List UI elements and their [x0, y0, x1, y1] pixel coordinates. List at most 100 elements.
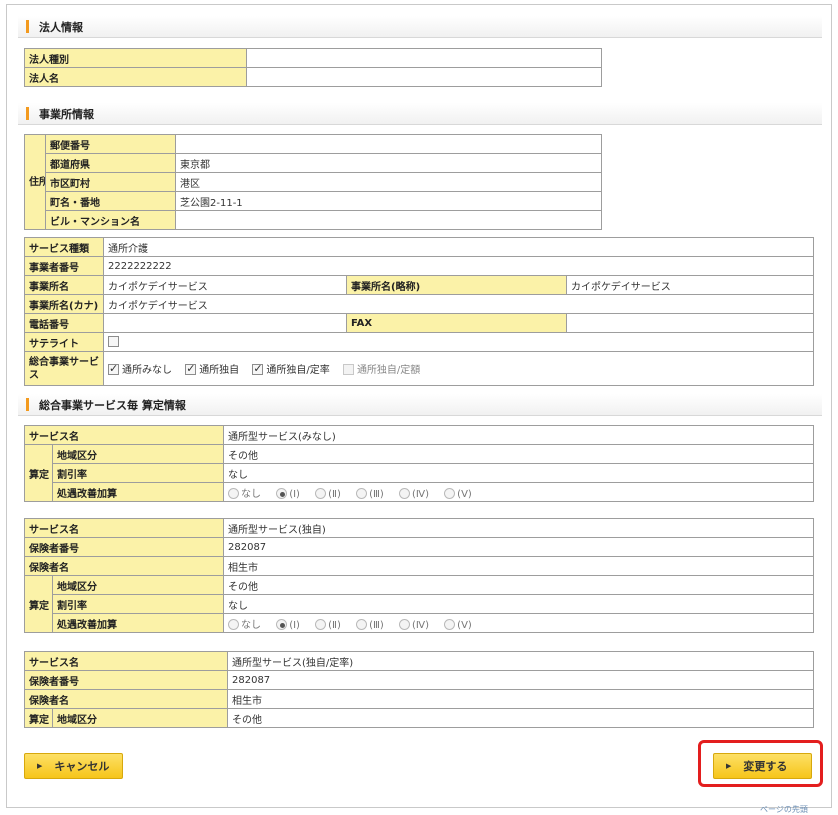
treatment-option-5[interactable]: (Ⅴ) [444, 618, 472, 631]
comprehensive-option-dokuji[interactable]: 通所独自 [185, 362, 239, 376]
treatment-option-2[interactable]: (Ⅱ) [315, 487, 341, 500]
corp-table: 法人種別 法人名 [24, 48, 602, 87]
section-marker-icon [26, 20, 29, 33]
provider-no-label: 事業者番号 [24, 256, 104, 276]
treatment-option-none[interactable]: なし [228, 487, 261, 500]
chevron-right-icon: ▶ [726, 762, 732, 770]
section-marker-icon [26, 107, 29, 120]
short-name-value: カイポケデイサービス [566, 275, 814, 295]
table-row: 割引率 なし [25, 463, 814, 483]
fax-value [566, 313, 814, 333]
service-type-label: サービス種類 [24, 237, 104, 257]
cancel-button[interactable]: ▶ キャンセル [24, 753, 123, 779]
calc-section-title: 総合事業サービス毎 算定情報 [39, 398, 186, 412]
checkbox-checked-icon[interactable] [108, 362, 119, 375]
office-name-label: 事業所名 [24, 275, 104, 295]
phone-label: 電話番号 [24, 313, 104, 333]
satellite-checkbox[interactable] [108, 336, 119, 347]
comprehensive-option-minashi[interactable]: 通所みなし [108, 362, 172, 376]
radio-icon[interactable] [444, 618, 456, 630]
office-name-value: カイポケデイサービス [103, 275, 347, 295]
corp-type-label: 法人種別 [24, 48, 247, 68]
building-row: ビル・マンション名 [25, 210, 602, 230]
radio-label: (Ⅳ) [411, 619, 429, 631]
postal-value [175, 134, 602, 154]
region-label: 地域区分 [52, 444, 224, 464]
comprehensive-option-teigaku: 通所独自/定額 [342, 364, 421, 376]
treatment-option-3[interactable]: (Ⅲ) [356, 487, 384, 500]
short-name-label: 事業所名(略称) [346, 275, 567, 295]
radio-icon[interactable] [356, 487, 368, 499]
corp-name-row: 法人名 [24, 67, 602, 87]
corp-name-value [246, 67, 602, 87]
treatment-option-2[interactable]: (Ⅱ) [315, 618, 341, 631]
service-name-value: 通所型サービス(みなし) [223, 425, 814, 445]
radio-icon[interactable] [228, 487, 239, 499]
pref-row: 都道府県 東京都 [25, 153, 602, 173]
checkbox-checked-icon[interactable] [185, 362, 197, 375]
service-name-value: 通所型サービス(独自/定率) [227, 651, 814, 671]
corp-name-label: 法人名 [24, 67, 247, 87]
treatment-option-3[interactable]: (Ⅲ) [356, 618, 384, 631]
corp-section-header: 法人情報 [18, 16, 822, 38]
treatment-option-none[interactable]: なし [228, 618, 261, 631]
radio-label: なし [241, 488, 261, 500]
radio-icon[interactable] [315, 618, 327, 630]
comprehensive-option-label: 通所みなし [122, 365, 172, 376]
chevron-right-icon: ▶ [37, 762, 43, 770]
treatment-option-5[interactable]: (Ⅴ) [444, 487, 472, 500]
radio-label: (Ⅴ) [457, 619, 472, 631]
service-name-label: サービス名 [24, 425, 224, 445]
treatment-label: 処遇改善加算 [52, 482, 224, 502]
radio-icon[interactable] [398, 618, 410, 630]
insurer-no-value: 282087 [223, 537, 814, 557]
treatment-option-4[interactable]: (Ⅳ) [398, 487, 429, 500]
checkbox-checked-icon[interactable] [252, 362, 264, 375]
table-row: 保険者名 相生市 [24, 556, 814, 576]
address-table: 住所 郵便番号 都道府県 東京都 市区町村 港区 町名・番地 芝公園2-11-1… [24, 134, 602, 230]
radio-selected-icon[interactable] [276, 618, 288, 630]
san-group-label: 算定 [24, 575, 53, 633]
region-label: 地域区分 [52, 708, 228, 728]
fax-label: FAX [346, 313, 567, 333]
submit-button[interactable]: ▶ 変更する [713, 753, 812, 779]
discount-label: 割引率 [52, 594, 224, 614]
treatment-option-1[interactable]: (Ⅰ) [276, 487, 300, 500]
table-row: 保険者番号 282087 [24, 670, 814, 690]
table-row: 算定 地域区分 その他 [24, 575, 814, 633]
street-row: 町名・番地 芝公園2-11-1 [25, 191, 602, 211]
radio-icon[interactable] [228, 618, 239, 630]
radio-label: (Ⅲ) [369, 488, 384, 500]
calc-section-header: 総合事業サービス毎 算定情報 [18, 394, 822, 416]
insurer-name-value: 相生市 [223, 556, 814, 576]
corp-type-row: 法人種別 [24, 48, 602, 68]
comprehensive-option-label: 通所独自/定率 [266, 365, 330, 376]
office-section-header: 事業所情報 [18, 103, 822, 125]
table-row: 保険者番号 282087 [24, 537, 814, 557]
city-value: 港区 [175, 172, 602, 192]
calc-block-teiritsu: サービス名 通所型サービス(独自/定率) 保険者番号 282087 保険者名 相… [24, 651, 814, 728]
radio-icon[interactable] [356, 618, 368, 630]
comprehensive-option-teiritsu[interactable]: 通所独自/定率 [252, 362, 330, 376]
radio-label: (Ⅰ) [289, 619, 300, 631]
treatment-option-1[interactable]: (Ⅰ) [276, 618, 300, 631]
checkbox-disabled-icon [342, 364, 354, 375]
comprehensive-option-label: 通所独自/定額 [356, 365, 421, 376]
table-row: 算定 地域区分 その他 [24, 708, 814, 728]
table-row: サービス名 通所型サービス(独自) [24, 518, 814, 538]
kana-value: カイポケデイサービス [103, 294, 814, 314]
building-value [175, 210, 602, 230]
street-label: 町名・番地 [45, 191, 176, 211]
radio-label: (Ⅴ) [457, 488, 472, 500]
table-row: 算定 地域区分 その他 [24, 444, 814, 502]
insurer-no-label: 保険者番号 [24, 670, 228, 690]
radio-label: なし [241, 619, 261, 631]
insurer-no-label: 保険者番号 [24, 537, 224, 557]
radio-icon[interactable] [444, 487, 456, 499]
radio-icon[interactable] [398, 487, 410, 499]
radio-selected-icon[interactable] [276, 487, 288, 499]
office-section-title: 事業所情報 [39, 107, 94, 121]
kana-label: 事業所名(カナ) [24, 294, 104, 314]
treatment-option-4[interactable]: (Ⅳ) [398, 618, 429, 631]
radio-icon[interactable] [315, 487, 327, 499]
